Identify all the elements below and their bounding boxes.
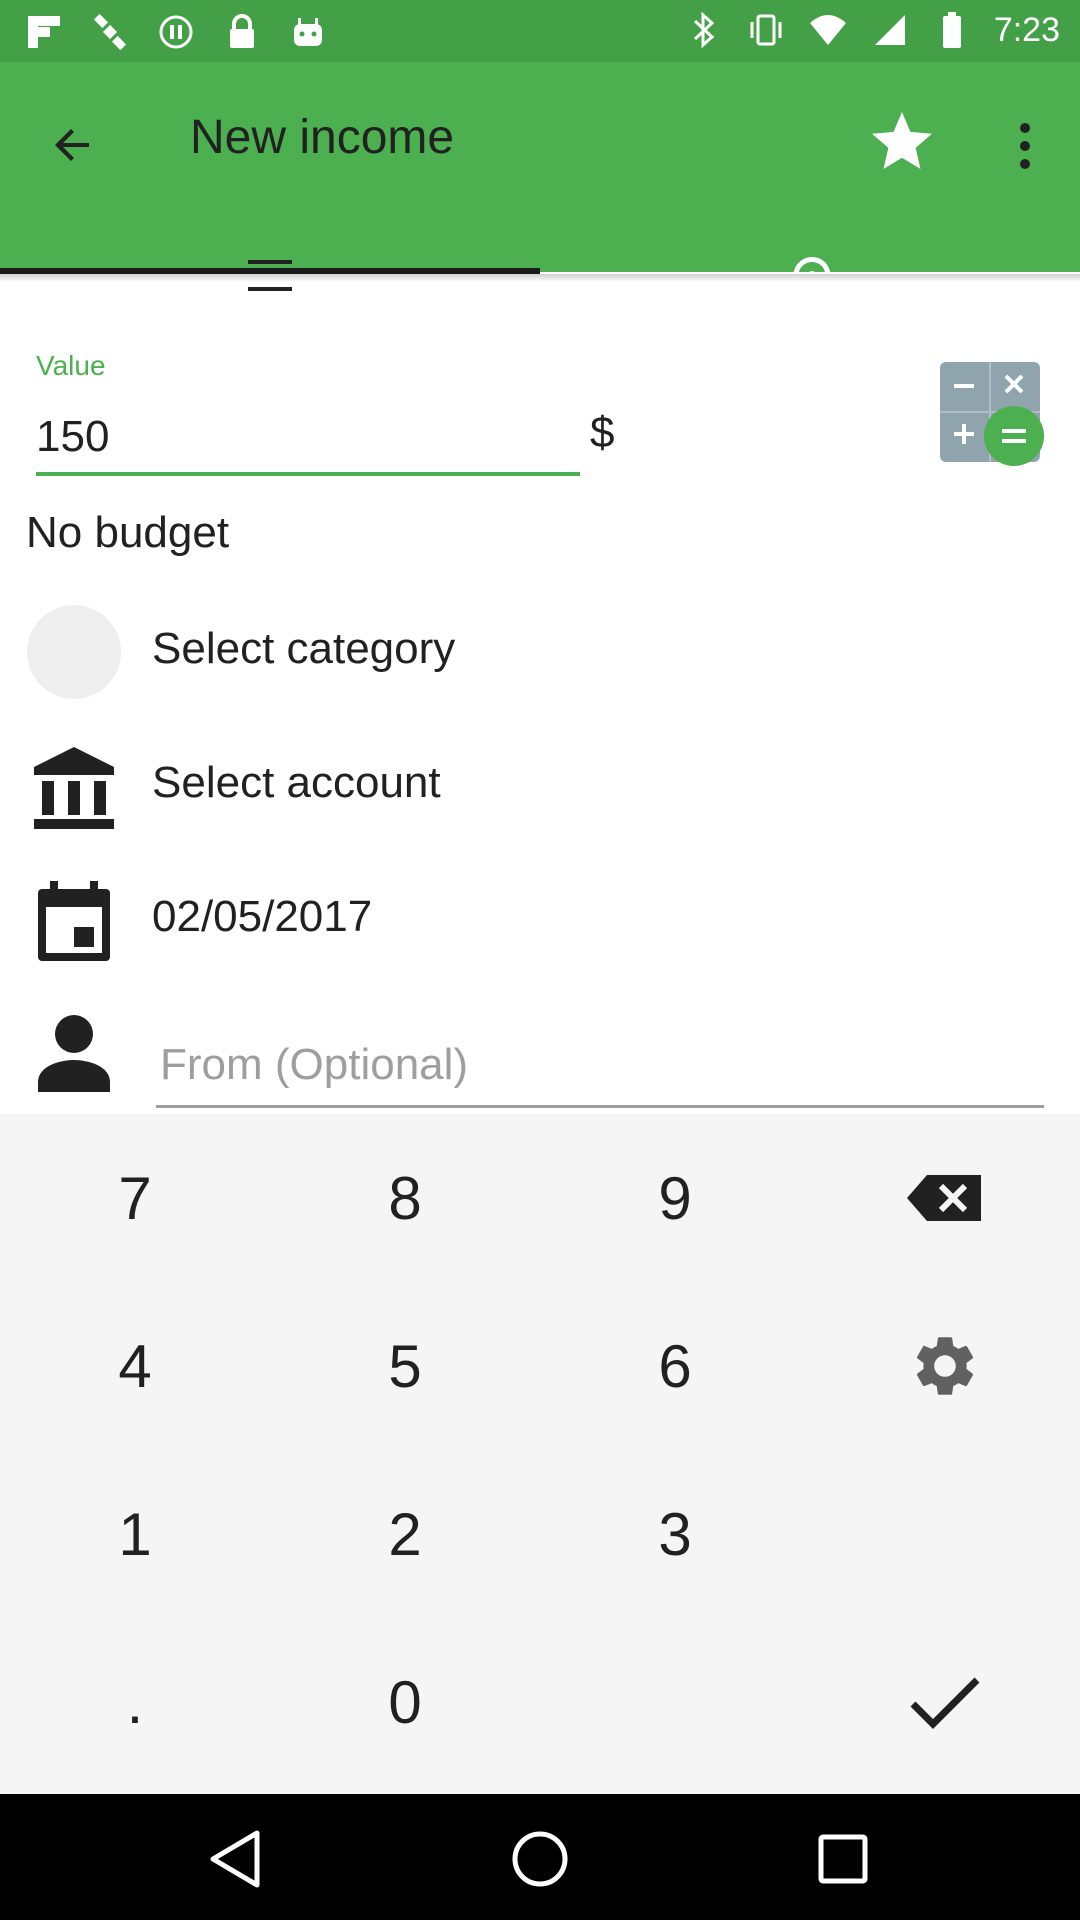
key-4[interactable]: 4 — [0, 1282, 270, 1450]
key-6[interactable]: 6 — [540, 1282, 810, 1450]
account-label: Select account — [152, 758, 441, 807]
battery-icon — [932, 10, 972, 50]
key-dot[interactable]: . — [0, 1618, 270, 1786]
key-3[interactable]: 3 — [540, 1450, 810, 1618]
gear-icon[interactable] — [810, 1282, 1080, 1450]
key-2[interactable]: 2 — [270, 1450, 540, 1618]
key-0[interactable]: 0 — [270, 1618, 540, 1786]
nav-recents-icon[interactable] — [808, 1824, 878, 1894]
status-bar: 7:23 — [0, 0, 1080, 62]
pause-icon — [156, 12, 196, 52]
date-row[interactable]: 02/05/2017 — [0, 864, 1080, 974]
bluetooth-icon — [684, 10, 724, 50]
key-9[interactable]: 9 — [540, 1114, 810, 1282]
status-time: 7:23 — [993, 10, 1060, 49]
date-value: 02/05/2017 — [152, 892, 373, 941]
key-1[interactable]: 1 — [0, 1450, 270, 1618]
backspace-icon[interactable] — [810, 1114, 1080, 1282]
category-row[interactable]: Select category — [0, 596, 1080, 706]
value-label: Value — [36, 350, 106, 381]
category-circle-icon — [26, 604, 122, 700]
nav-home-icon[interactable] — [505, 1824, 575, 1894]
page-title: New income — [190, 111, 455, 164]
account-row[interactable]: Select account — [0, 730, 1080, 840]
person-icon — [26, 1006, 122, 1102]
arrow-back-icon[interactable] — [40, 112, 106, 178]
budget-label[interactable]: No budget — [26, 508, 229, 558]
nav-back-icon[interactable] — [200, 1824, 270, 1894]
key-7[interactable]: 7 — [0, 1114, 270, 1282]
lock-icon — [222, 12, 262, 52]
vibrate-icon — [746, 10, 786, 50]
flipboard-icon — [24, 12, 64, 52]
from-input[interactable]: From (Optional) — [156, 1030, 1044, 1108]
android-icon — [288, 12, 328, 52]
key-5[interactable]: 5 — [270, 1282, 540, 1450]
wifi-icon — [808, 10, 848, 50]
calculator-icon[interactable] — [938, 360, 1048, 470]
numeric-keypad: 7 8 9 4 5 6 1 2 3 . 0 — [0, 1114, 1080, 1794]
navigation-bar — [0, 1794, 1080, 1920]
key-8[interactable]: 8 — [270, 1114, 540, 1282]
bank-icon — [26, 740, 122, 836]
app-bar: New income — [0, 62, 1080, 294]
calendar-icon — [26, 874, 122, 970]
more-vert-icon[interactable] — [1000, 106, 1050, 186]
satellite-icon — [90, 12, 130, 52]
star-icon[interactable] — [862, 102, 942, 182]
value-input[interactable]: 150 — [36, 408, 580, 476]
currency-symbol[interactable]: $ — [590, 408, 614, 458]
category-label: Select category — [152, 624, 456, 673]
signal-icon — [870, 10, 910, 50]
check-icon[interactable] — [810, 1618, 1080, 1786]
